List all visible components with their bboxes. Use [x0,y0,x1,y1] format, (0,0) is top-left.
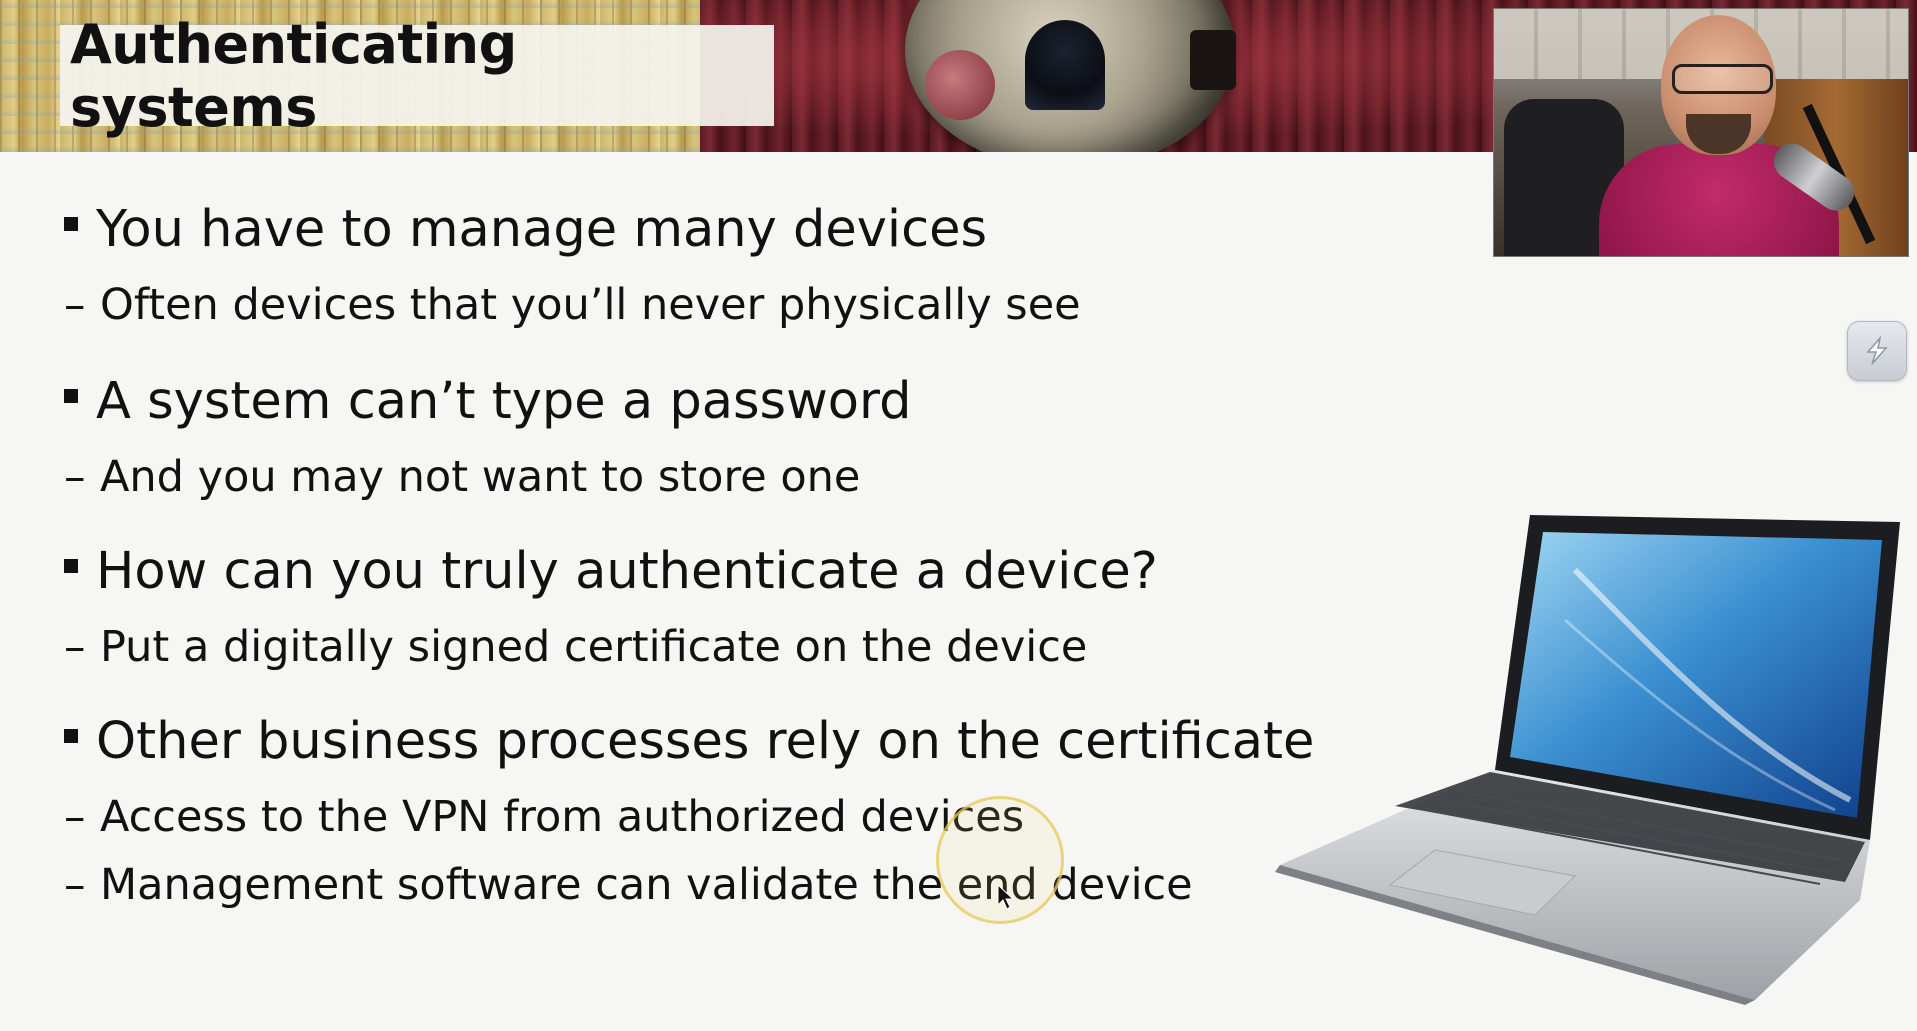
bullet-3: How can you truly authenticate a device? [64,542,1158,601]
sub-bullet-4-1: – Access to the VPN from authorized devic… [64,792,1025,842]
sub-bullet-2-1: – And you may not want to store one [64,452,861,502]
mouse-cursor-icon [997,884,1015,910]
sub-bullet-3-1: – Put a digitally signed certificate on t… [64,622,1088,672]
sub-bullet-1-1: – Often devices that you’ll never physica… [64,280,1081,330]
snip-tool-icon [1866,335,1888,365]
presenter-webcam [1493,8,1909,257]
title-box: Authenticating systems [60,13,774,139]
bullet-2: A system can’t type a password [64,372,911,431]
lock-image [905,0,1236,152]
bullet-4: Other business processes rely on the cer… [64,712,1314,771]
bullet-square-icon [64,389,78,403]
keyhole [1025,20,1105,110]
bullet-square-icon [64,217,78,231]
slide-title: Authenticating systems [70,12,517,139]
snip-tool-button[interactable] [1847,321,1907,381]
bullet-square-icon [64,559,78,573]
bullet-square-icon [64,729,78,743]
laptop-illustration [1275,515,1900,1005]
bullet-1: You have to manage many devices [64,200,987,259]
